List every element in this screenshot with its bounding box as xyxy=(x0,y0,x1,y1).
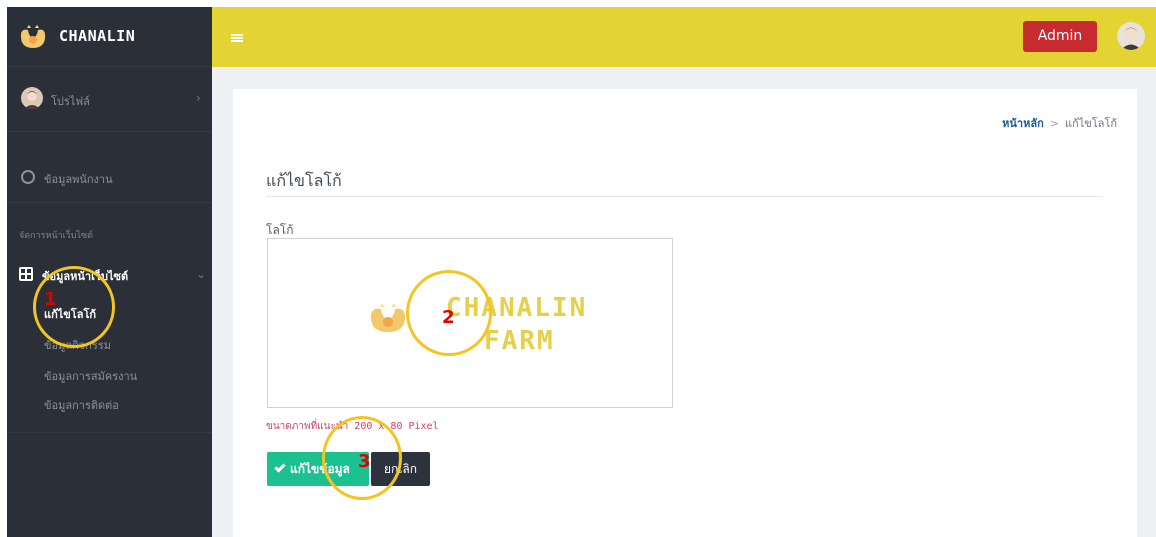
sidebar-item-website-data[interactable]: ข้อมูลหน้าเว็บไซต์ xyxy=(42,267,128,285)
logo-text-line-2: FARM xyxy=(484,326,555,356)
sidebar: CHANALIN โปรไฟล์ › ข้อมูลพนักงาน จัดการห… xyxy=(7,7,212,537)
chick-logo-icon xyxy=(20,25,46,48)
save-button[interactable]: แก้ไขข้อมูล xyxy=(267,452,369,486)
breadcrumb-home-link[interactable]: หน้าหลัก xyxy=(1002,117,1044,130)
content-card: หน้าหลัก > แก้ไขโลโก้ แก้ไขโลโก้ โลโก้ CHA… xyxy=(233,89,1137,537)
admin-button[interactable]: Admin xyxy=(1023,21,1097,52)
sidebar-subitem-edit-logo[interactable]: แก้ไขโลโก้ xyxy=(44,305,96,323)
chevron-right-icon: › xyxy=(196,91,201,105)
breadcrumb-separator: > xyxy=(1049,117,1059,130)
breadcrumb-current: แก้ไขโลโก้ xyxy=(1064,117,1117,130)
hamburger-icon[interactable] xyxy=(231,34,243,42)
brand-name: CHANALIN xyxy=(59,27,136,45)
sidebar-section-header: จัดการหน้าเว็บไซต์ xyxy=(19,231,93,241)
chick-logo-icon xyxy=(370,303,406,332)
logo-text-line-1: CHANALIN xyxy=(446,293,588,323)
smile-icon xyxy=(21,170,35,184)
sidebar-item-label: ข้อมูลพนักงาน xyxy=(44,173,113,186)
app-window: CHANALIN โปรไฟล์ › ข้อมูลพนักงาน จัดการห… xyxy=(7,7,1156,537)
check-icon xyxy=(274,461,286,473)
size-hint: ขนาดภาพที่แนะนำ 200 x 80 Pixel xyxy=(266,421,439,432)
brand[interactable]: CHANALIN xyxy=(7,7,212,67)
page-title: แก้ไขโลโก้ xyxy=(266,171,342,190)
sidebar-item-label: โปรไฟล์ xyxy=(51,95,90,108)
sidebar-subitem-activities[interactable]: ข้อมูลกิจกรรม xyxy=(44,336,111,354)
logo-upload-preview[interactable]: CHANALIN FARM xyxy=(267,238,673,408)
avatar xyxy=(21,87,43,109)
chevron-down-icon: ⌄ xyxy=(196,267,207,281)
breadcrumb: หน้าหลัก > แก้ไขโลโก้ xyxy=(1002,114,1117,132)
sidebar-item-profile[interactable]: โปรไฟล์ › xyxy=(7,67,212,132)
sidebar-subitem-job-applications[interactable]: ข้อมูลการสมัครงาน xyxy=(44,367,137,385)
user-avatar[interactable] xyxy=(1117,22,1145,50)
grid-icon xyxy=(19,267,33,281)
sidebar-section-site: จัดการหน้าเว็บไซต์ ข้อมูลหน้าเว็บไซต์ ⌄ … xyxy=(7,203,212,433)
save-button-label: แก้ไขข้อมูล xyxy=(290,462,350,476)
sidebar-item-staff[interactable]: ข้อมูลพนักงาน xyxy=(7,132,212,203)
top-bar: Admin xyxy=(212,7,1156,67)
cancel-button[interactable]: ยกเลิก xyxy=(371,452,430,486)
sidebar-subitem-contact[interactable]: ข้อมูลการติดต่อ xyxy=(44,396,119,414)
divider xyxy=(266,196,1103,197)
